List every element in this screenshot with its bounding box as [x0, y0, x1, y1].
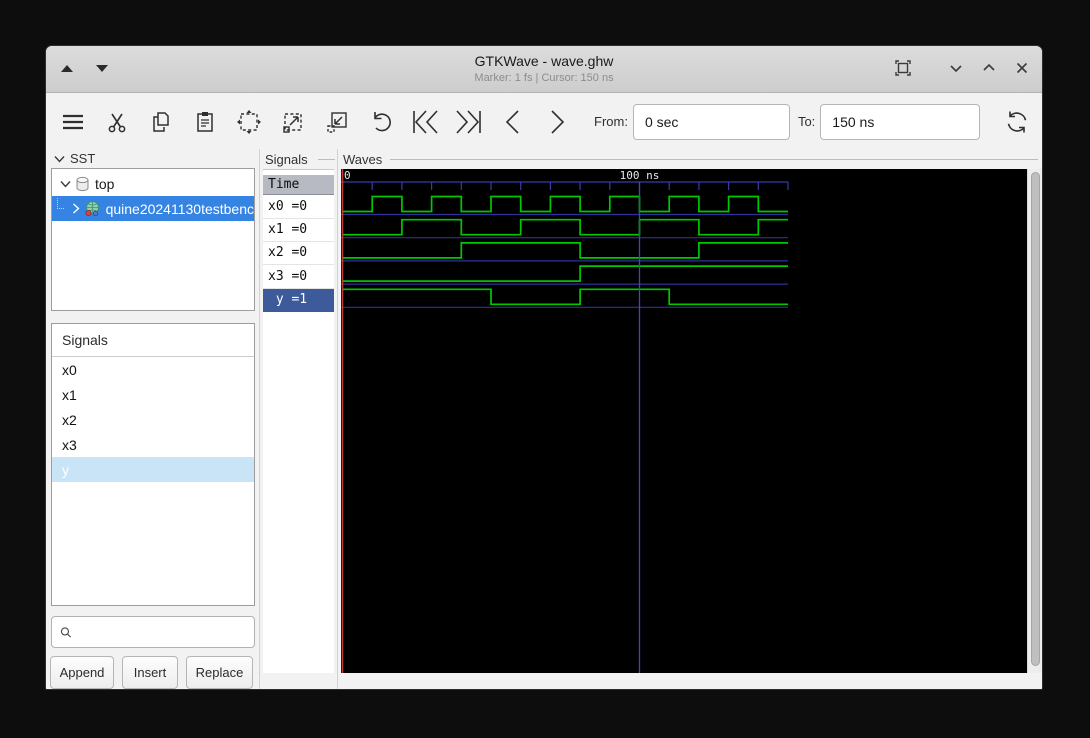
- expander-closed-icon[interactable]: [70, 203, 80, 214]
- values-panel: Time x0 =0 x1 =0 x2 =0 x3 =0 y =1: [263, 169, 334, 673]
- gtkwave-window: GTKWave - wave.ghw Marker: 1 fs | Cursor…: [45, 45, 1043, 690]
- chevron-right-icon: [551, 109, 565, 134]
- sst-header[interactable]: SST: [54, 151, 95, 166]
- waveform-plot[interactable]: 0 100 ns: [341, 169, 1027, 673]
- tree-item-testbench[interactable]: quine20241130testbenc: [52, 196, 254, 221]
- zoom-out-button[interactable]: [322, 105, 352, 139]
- tree-guide-lines: [57, 198, 65, 209]
- step-forward-button[interactable]: [542, 105, 572, 139]
- value-row-x1[interactable]: x1 =0: [263, 219, 334, 242]
- time-header[interactable]: Time: [263, 175, 334, 195]
- values-frame-label: Signals: [265, 152, 308, 167]
- to-label: To:: [797, 114, 816, 129]
- signal-item-x1[interactable]: x1: [52, 382, 254, 407]
- waves-frame-line: [390, 159, 1038, 160]
- go-to-start-button[interactable]: [410, 105, 440, 139]
- copy-button[interactable]: [146, 105, 176, 139]
- pane-splitter-left[interactable]: [259, 149, 260, 689]
- fullscreen-icon: [895, 60, 911, 76]
- insert-button[interactable]: Insert: [122, 656, 178, 689]
- minimize-button[interactable]: [946, 58, 966, 78]
- wave-vertical-scrollbar-thumb[interactable]: [1031, 172, 1040, 666]
- go-to-end-button[interactable]: [454, 105, 484, 139]
- signal-item-x3[interactable]: x3: [52, 432, 254, 457]
- from-label: From:: [594, 114, 628, 129]
- undo-icon: [374, 111, 391, 131]
- go-to-start-icon: [413, 109, 438, 134]
- close-button[interactable]: [1012, 58, 1032, 78]
- zoom-fit-icon: [237, 109, 261, 134]
- signal-item-x0[interactable]: x0: [52, 357, 254, 382]
- step-back-button[interactable]: [498, 105, 528, 139]
- from-input[interactable]: [632, 103, 790, 140]
- undo-button[interactable]: [366, 105, 396, 139]
- window-controls: [893, 58, 1032, 78]
- instance-icon: [84, 200, 101, 217]
- copy-icon: [153, 111, 169, 132]
- svg-text:100 ns: 100 ns: [620, 169, 660, 182]
- paste-button[interactable]: [190, 105, 220, 139]
- close-icon: [1016, 62, 1028, 74]
- chevron-down-icon: [950, 65, 962, 73]
- search-input[interactable]: [78, 618, 254, 646]
- signal-item-y[interactable]: y: [52, 457, 254, 482]
- cut-button[interactable]: [102, 105, 132, 139]
- reload-button[interactable]: [1002, 105, 1032, 139]
- expander-open-icon[interactable]: [58, 180, 72, 188]
- signal-list-header: Signals: [52, 324, 254, 357]
- tree-item-label: quine20241130testbenc: [105, 200, 254, 217]
- values-frame-line: [318, 159, 335, 160]
- maximize-button[interactable]: [979, 58, 999, 78]
- chevron-down-icon: [54, 155, 65, 163]
- svg-text:0: 0: [344, 169, 351, 182]
- menu-icon: [63, 114, 83, 129]
- sst-tree: top quine20241130testbenc: [51, 168, 255, 311]
- value-row-x2[interactable]: x2 =0: [263, 242, 334, 265]
- zoom-in-button[interactable]: [278, 105, 308, 139]
- toolbar: From: To:: [46, 94, 1042, 149]
- waves-frame-label: Waves: [343, 152, 383, 167]
- titlebar: GTKWave - wave.ghw Marker: 1 fs | Cursor…: [46, 46, 1042, 93]
- wave-vertical-scrollbar[interactable]: [1027, 169, 1042, 673]
- signal-search-box[interactable]: [51, 616, 255, 648]
- cut-icon: [108, 113, 126, 132]
- zoom-fit-button[interactable]: [234, 105, 264, 139]
- zoom-in-icon: [283, 112, 302, 133]
- tree-item-label: top: [95, 175, 115, 192]
- tree-item-top[interactable]: top: [52, 171, 254, 196]
- menu-button[interactable]: [58, 105, 88, 139]
- value-row-x0[interactable]: x0 =0: [263, 196, 334, 219]
- fullscreen-button[interactable]: [893, 58, 913, 78]
- paste-icon: [197, 111, 213, 132]
- chevron-up-icon: [983, 63, 995, 71]
- go-to-end-icon: [456, 109, 481, 134]
- value-row-y[interactable]: y =1: [263, 289, 334, 312]
- chevron-left-icon: [505, 109, 519, 134]
- zoom-out-icon: [327, 111, 347, 133]
- append-button[interactable]: Append: [50, 656, 114, 689]
- search-icon: [60, 626, 71, 637]
- reload-icon: [1008, 111, 1027, 132]
- main-content: SST top quine20241130testbenc Signals x0…: [46, 149, 1042, 689]
- value-row-x3[interactable]: x3 =0: [263, 266, 334, 289]
- replace-button[interactable]: Replace: [186, 656, 253, 689]
- signal-list: Signals x0 x1 x2 x3 y: [51, 323, 255, 606]
- sst-label: SST: [70, 151, 96, 166]
- signal-item-x2[interactable]: x2: [52, 407, 254, 432]
- wave-canvas[interactable]: 0 100 ns: [341, 169, 1027, 673]
- to-input[interactable]: [820, 103, 981, 140]
- module-icon: [75, 176, 90, 192]
- pane-splitter-right[interactable]: [337, 149, 338, 689]
